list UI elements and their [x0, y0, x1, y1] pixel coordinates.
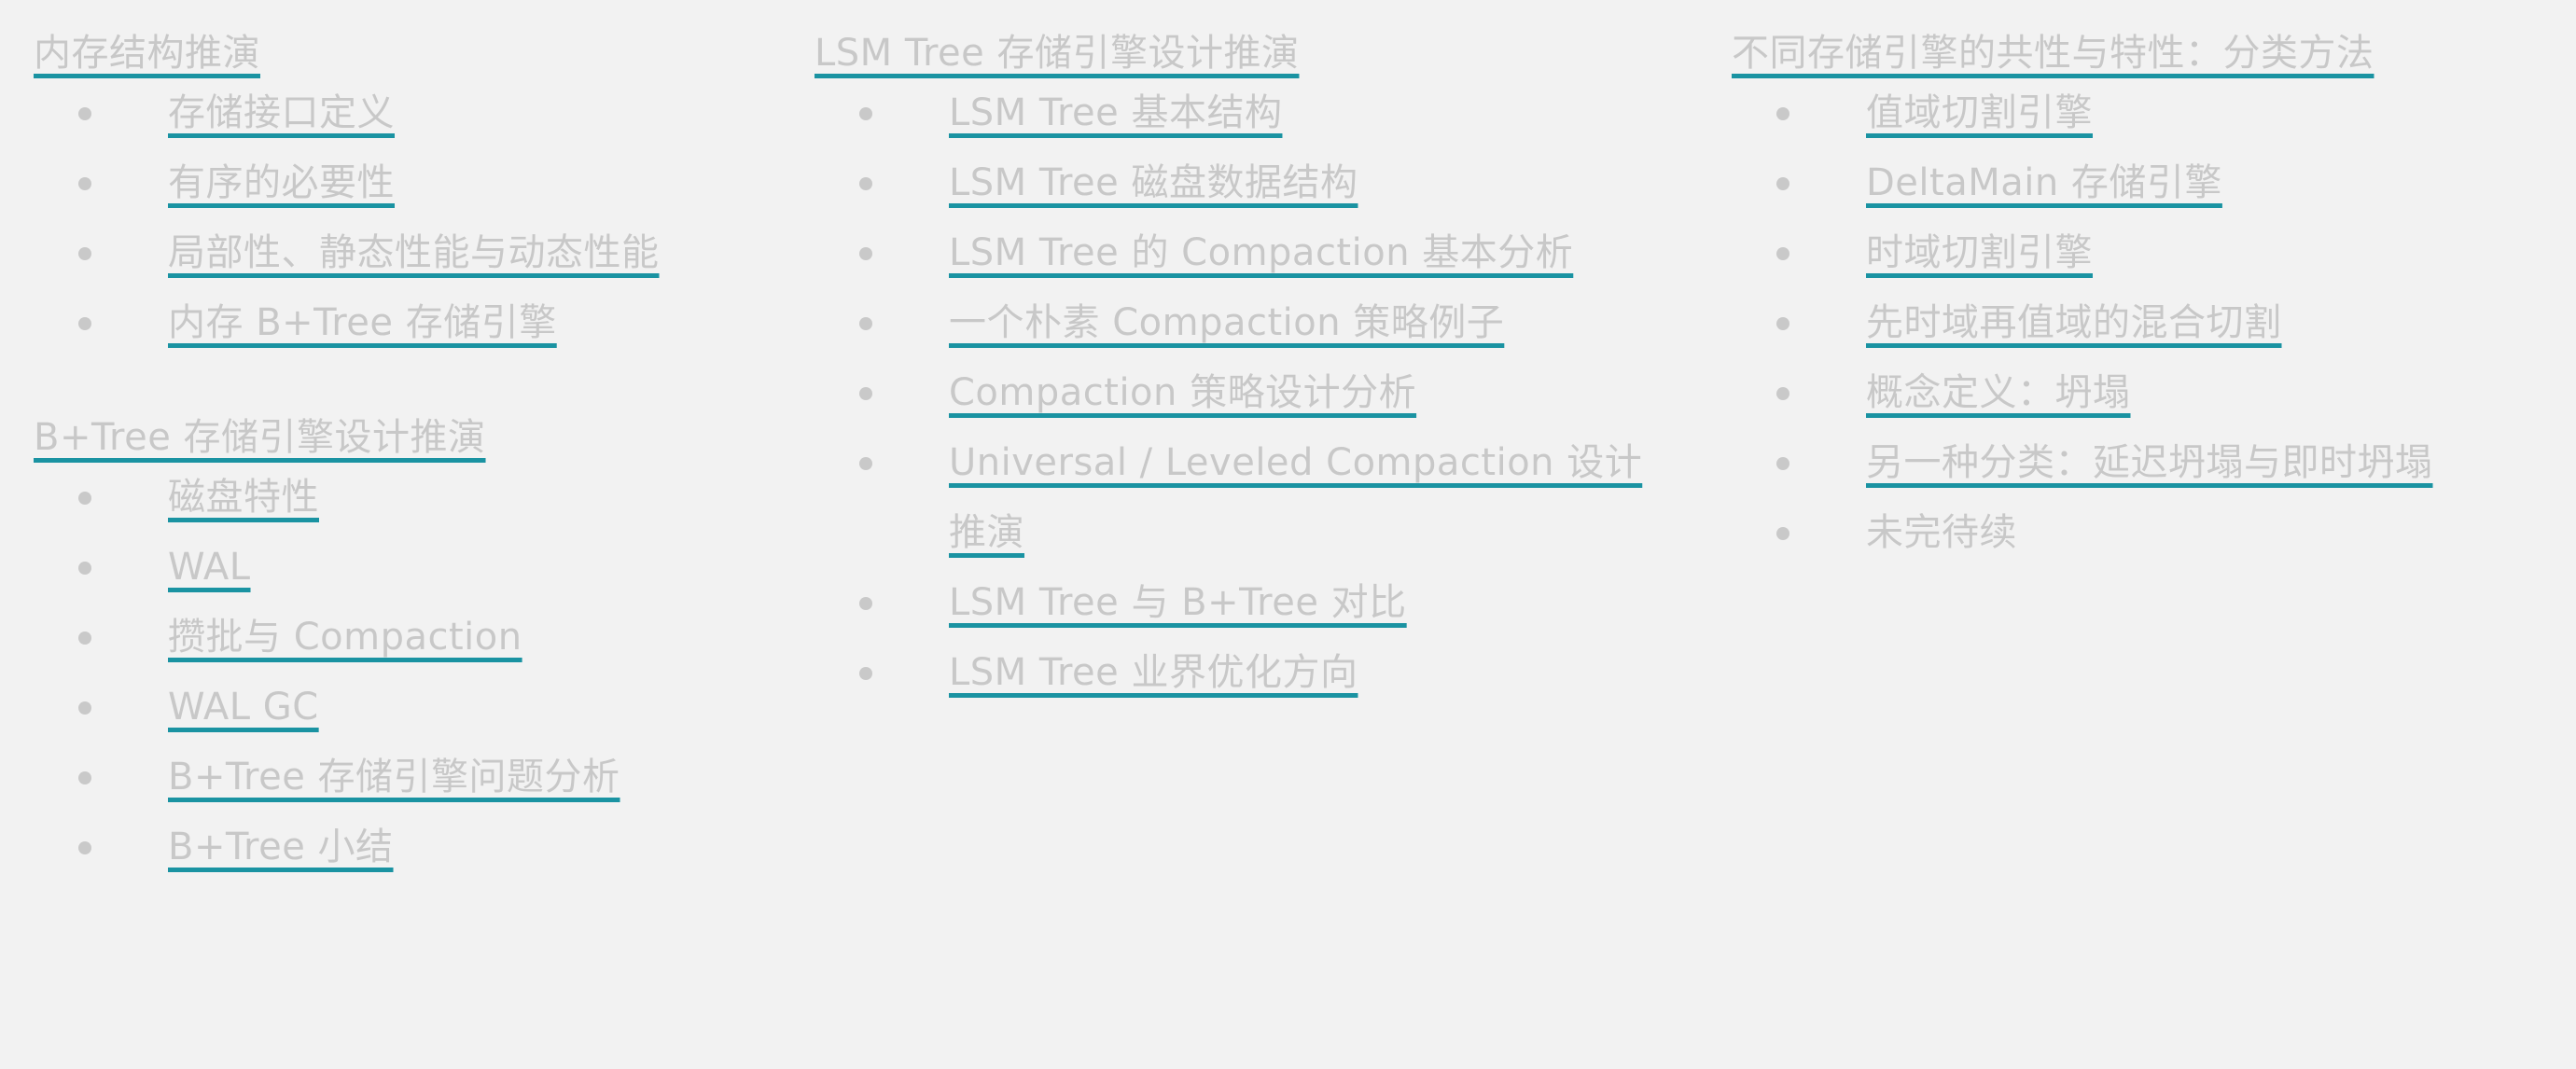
bullet-icon	[859, 247, 872, 260]
bullet-icon	[859, 317, 872, 330]
toc-link[interactable]: Compaction 策略设计分析	[949, 371, 1416, 414]
section-title-link[interactable]: B+Tree 存储引擎设计推演	[34, 412, 486, 463]
bullet-icon	[78, 177, 91, 190]
toc-link[interactable]: B+Tree 小结	[168, 826, 394, 868]
toc-link[interactable]: 一个朴素 Compaction 策略例子	[949, 301, 1504, 344]
section-title-link[interactable]: 不同存储引擎的共性与特性：分类方法	[1732, 28, 2374, 78]
bullet-icon	[1776, 317, 1789, 330]
list-item: LSM Tree 业界优化方向	[815, 638, 1654, 708]
list-item: Compaction 策略设计分析	[815, 358, 1654, 428]
section-title-link[interactable]: LSM Tree 存储引擎设计推演	[815, 28, 1299, 78]
toc-list: 值域切割引擎 DeltaMain 存储引擎 时域切割引擎 先时域再值域的混合切割…	[1732, 78, 2553, 568]
toc-link[interactable]: 先时域再值域的混合切割	[1866, 301, 2282, 344]
list-item: 概念定义：坍塌	[1732, 358, 2553, 428]
bullet-icon	[78, 632, 91, 645]
bullet-icon	[1776, 247, 1789, 260]
list-item: WAL	[34, 533, 761, 603]
bullet-icon	[78, 492, 91, 505]
toc-section-classification: 不同存储引擎的共性与特性：分类方法 值域切割引擎 DeltaMain 存储引擎 …	[1732, 28, 2553, 568]
list-item: LSM Tree 基本结构	[815, 78, 1654, 148]
bullet-icon	[1776, 177, 1789, 190]
list-item: 攒批与 Compaction	[34, 603, 761, 673]
bullet-icon	[78, 701, 91, 715]
toc-link[interactable]: Universal / Leveled Compaction 设计推演	[949, 441, 1642, 554]
bullet-icon	[1776, 387, 1789, 400]
toc-section-btree: B+Tree 存储引擎设计推演 磁盘特性 WAL 攒批与 Compaction …	[34, 412, 761, 882]
bullet-icon	[78, 247, 91, 260]
toc-link[interactable]: DeltaMain 存储引擎	[1866, 161, 2222, 204]
list-item: 时域切割引擎	[1732, 218, 2553, 288]
list-item: B+Tree 存储引擎问题分析	[34, 743, 761, 812]
toc-link[interactable]: 攒批与 Compaction	[168, 616, 522, 659]
toc-link[interactable]: LSM Tree 基本结构	[949, 91, 1282, 134]
toc-link[interactable]: 另一种分类：延迟坍塌与即时坍塌	[1866, 441, 2433, 484]
pending-note: 未完待续	[1866, 511, 2017, 554]
toc-link[interactable]: 磁盘特性	[168, 476, 319, 519]
list-item: LSM Tree 磁盘数据结构	[815, 148, 1654, 218]
toc-section-memory-structure: 内存结构推演 存储接口定义 有序的必要性 局部性、静态性能与动态性能 内存 B+…	[34, 28, 761, 358]
bullet-icon	[859, 107, 872, 120]
list-item: B+Tree 小结	[34, 812, 761, 882]
bullet-icon	[78, 317, 91, 330]
list-item: 磁盘特性	[34, 463, 761, 533]
toc-link[interactable]: B+Tree 存储引擎问题分析	[168, 756, 620, 798]
toc-link[interactable]: LSM Tree 磁盘数据结构	[949, 161, 1358, 204]
bullet-icon	[859, 177, 872, 190]
list-item: 未完待续	[1732, 498, 2553, 568]
list-item: WAL GC	[34, 673, 761, 743]
list-item: LSM Tree 的 Compaction 基本分析	[815, 218, 1654, 288]
bullet-icon	[859, 457, 872, 470]
list-item: 值域切割引擎	[1732, 78, 2553, 148]
bullet-icon	[859, 387, 872, 400]
toc-link[interactable]: LSM Tree 的 Compaction 基本分析	[949, 231, 1573, 274]
toc-section-lsm-tree: LSM Tree 存储引擎设计推演 LSM Tree 基本结构 LSM Tree…	[815, 28, 1654, 708]
bullet-icon	[1776, 527, 1789, 540]
list-item: DeltaMain 存储引擎	[1732, 148, 2553, 218]
bullet-icon	[78, 771, 91, 784]
toc-link[interactable]: 有序的必要性	[168, 161, 395, 204]
toc-link[interactable]: LSM Tree 业界优化方向	[949, 651, 1358, 694]
toc-link[interactable]: 时域切割引擎	[1866, 231, 2093, 274]
toc-list: 磁盘特性 WAL 攒批与 Compaction WAL GC B+Tree 存储…	[34, 463, 761, 882]
bullet-icon	[1776, 107, 1789, 120]
list-item: 另一种分类：延迟坍塌与即时坍塌	[1732, 428, 2553, 498]
bullet-icon	[78, 107, 91, 120]
toc-link[interactable]: 存储接口定义	[168, 91, 395, 134]
toc-column-1: 内存结构推演 存储接口定义 有序的必要性 局部性、静态性能与动态性能 内存 B+…	[34, 28, 761, 882]
list-item: 内存 B+Tree 存储引擎	[34, 288, 761, 358]
toc-link[interactable]: 值域切割引擎	[1866, 91, 2093, 134]
list-item: Universal / Leveled Compaction 设计推演	[815, 428, 1654, 568]
toc-link[interactable]: 概念定义：坍塌	[1866, 371, 2131, 414]
list-item: 一个朴素 Compaction 策略例子	[815, 288, 1654, 358]
bullet-icon	[78, 841, 91, 854]
toc-link[interactable]: WAL	[168, 546, 251, 589]
section-title-link[interactable]: 内存结构推演	[34, 28, 260, 78]
bullet-icon	[859, 597, 872, 610]
list-item: 有序的必要性	[34, 148, 761, 218]
toc-link[interactable]: LSM Tree 与 B+Tree 对比	[949, 581, 1407, 624]
list-item: 局部性、静态性能与动态性能	[34, 218, 761, 288]
list-item: LSM Tree 与 B+Tree 对比	[815, 568, 1654, 638]
list-item: 先时域再值域的混合切割	[1732, 288, 2553, 358]
toc-link[interactable]: WAL GC	[168, 686, 319, 729]
bullet-icon	[1776, 457, 1789, 470]
toc-column-3: 不同存储引擎的共性与特性：分类方法 值域切割引擎 DeltaMain 存储引擎 …	[1732, 28, 2553, 568]
toc-column-2: LSM Tree 存储引擎设计推演 LSM Tree 基本结构 LSM Tree…	[815, 28, 1654, 708]
bullet-icon	[78, 562, 91, 575]
list-item: 存储接口定义	[34, 78, 761, 148]
toc-list: 存储接口定义 有序的必要性 局部性、静态性能与动态性能 内存 B+Tree 存储…	[34, 78, 761, 358]
bullet-icon	[859, 667, 872, 680]
toc-link[interactable]: 内存 B+Tree 存储引擎	[168, 301, 557, 344]
toc-link[interactable]: 局部性、静态性能与动态性能	[168, 231, 660, 274]
toc-list: LSM Tree 基本结构 LSM Tree 磁盘数据结构 LSM Tree 的…	[815, 78, 1654, 708]
